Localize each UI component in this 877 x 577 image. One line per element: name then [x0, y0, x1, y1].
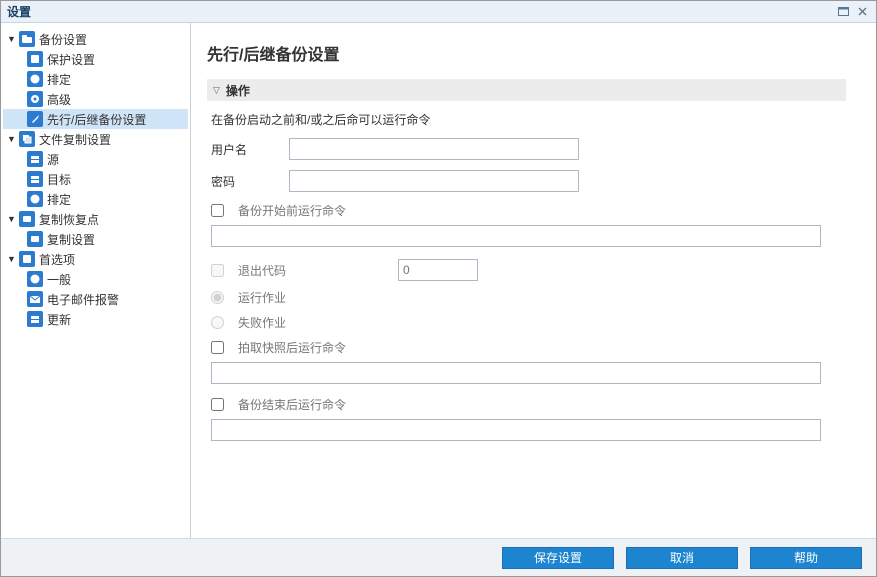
- shield-icon: [27, 51, 43, 67]
- help-button[interactable]: 帮助: [750, 547, 862, 569]
- collapse-icon: ▽: [213, 85, 220, 96]
- username-input[interactable]: [289, 138, 579, 160]
- exit-code-checkbox[interactable]: [211, 264, 224, 277]
- page-title: 先行/后继备份设置: [207, 41, 846, 65]
- fail-job-label: 失败作业: [238, 314, 286, 331]
- maximize-icon[interactable]: [835, 5, 851, 19]
- tree-label: 首选项: [39, 251, 75, 268]
- copy-icon: [19, 131, 35, 147]
- source-icon: [27, 151, 43, 167]
- window-title: 设置: [7, 3, 832, 20]
- run-before-label: 备份开始前运行命令: [238, 202, 346, 219]
- sidebar-item-target[interactable]: 目标: [3, 169, 188, 189]
- sidebar-item-copy-settings[interactable]: 复制设置: [3, 229, 188, 249]
- clock-icon: [27, 191, 43, 207]
- run-job-label: 运行作业: [238, 289, 286, 306]
- content-panel: 先行/后继备份设置 ▽ 操作 在备份启动之前和/或之后命可以运行命令 用户名 密…: [191, 23, 876, 538]
- password-label: 密码: [211, 173, 289, 190]
- titlebar: 设置: [1, 1, 876, 23]
- run-before-command-input[interactable]: [211, 225, 821, 247]
- sidebar: ▼ 备份设置 保护设置 排定: [1, 23, 191, 538]
- tree-label: 复制设置: [47, 231, 95, 248]
- tree-label: 排定: [47, 71, 71, 88]
- sidebar-item-email-alerts[interactable]: 电子邮件报警: [3, 289, 188, 309]
- run-after-snapshot-checkbox[interactable]: [211, 341, 224, 354]
- clock-icon: [27, 71, 43, 87]
- password-input[interactable]: [289, 170, 579, 192]
- run-job-radio[interactable]: [211, 291, 224, 304]
- section-header[interactable]: ▽ 操作: [207, 79, 846, 101]
- sidebar-item-copy-recovery[interactable]: ▼ 复制恢复点: [3, 209, 188, 229]
- wrench-icon: [27, 111, 43, 127]
- tree-label: 高级: [47, 91, 71, 108]
- gear-icon: [27, 91, 43, 107]
- folder-icon: [19, 31, 35, 47]
- sidebar-item-schedule[interactable]: 排定: [3, 69, 188, 89]
- sidebar-item-source[interactable]: 源: [3, 149, 188, 169]
- tree-label: 保护设置: [47, 51, 95, 68]
- footer: 保存设置 取消 帮助: [1, 538, 876, 576]
- run-after-snapshot-command-input[interactable]: [211, 362, 821, 384]
- tree-label: 排定: [47, 191, 71, 208]
- tree-label: 目标: [47, 171, 71, 188]
- sidebar-item-backup-settings[interactable]: ▼ 备份设置: [3, 29, 188, 49]
- globe-icon: [27, 271, 43, 287]
- close-icon[interactable]: [854, 5, 870, 19]
- run-after-snapshot-label: 拍取快照后运行命令: [238, 339, 346, 356]
- fail-job-radio[interactable]: [211, 316, 224, 329]
- sidebar-item-advanced[interactable]: 高级: [3, 89, 188, 109]
- tree-label: 源: [47, 151, 59, 168]
- sidebar-item-pre-post-backup[interactable]: 先行/后继备份设置: [3, 109, 188, 129]
- tree-label: 文件复制设置: [39, 131, 111, 148]
- cancel-button[interactable]: 取消: [626, 547, 738, 569]
- tree-label: 先行/后继备份设置: [47, 111, 146, 128]
- tree-label: 一般: [47, 271, 71, 288]
- section-label: 操作: [226, 82, 250, 99]
- note-text: 在备份启动之前和/或之后命可以运行命令: [211, 111, 846, 128]
- expand-icon: ▼: [7, 254, 17, 264]
- save-button[interactable]: 保存设置: [502, 547, 614, 569]
- expand-icon: ▼: [7, 134, 17, 144]
- username-label: 用户名: [211, 141, 289, 158]
- mail-icon: [27, 291, 43, 307]
- sidebar-item-general[interactable]: 一般: [3, 269, 188, 289]
- settings-icon: [27, 231, 43, 247]
- sidebar-item-preferences[interactable]: ▼ 首选项: [3, 249, 188, 269]
- update-icon: [27, 311, 43, 327]
- run-after-backup-checkbox[interactable]: [211, 398, 224, 411]
- recovery-icon: [19, 211, 35, 227]
- sidebar-item-protection[interactable]: 保护设置: [3, 49, 188, 69]
- run-after-backup-label: 备份结束后运行命令: [238, 396, 346, 413]
- sidebar-item-updates[interactable]: 更新: [3, 309, 188, 329]
- preferences-icon: [19, 251, 35, 267]
- tree-label: 备份设置: [39, 31, 87, 48]
- tree-label: 复制恢复点: [39, 211, 99, 228]
- expand-icon: ▼: [7, 34, 17, 44]
- tree-label: 电子邮件报警: [47, 291, 119, 308]
- tree-label: 更新: [47, 311, 71, 328]
- run-after-backup-command-input[interactable]: [211, 419, 821, 441]
- exit-code-label: 退出代码: [238, 262, 398, 279]
- expand-icon: ▼: [7, 214, 17, 224]
- target-icon: [27, 171, 43, 187]
- sidebar-item-file-copy[interactable]: ▼ 文件复制设置: [3, 129, 188, 149]
- run-before-checkbox[interactable]: [211, 204, 224, 217]
- sidebar-item-schedule-2[interactable]: 排定: [3, 189, 188, 209]
- exit-code-input[interactable]: [398, 259, 478, 281]
